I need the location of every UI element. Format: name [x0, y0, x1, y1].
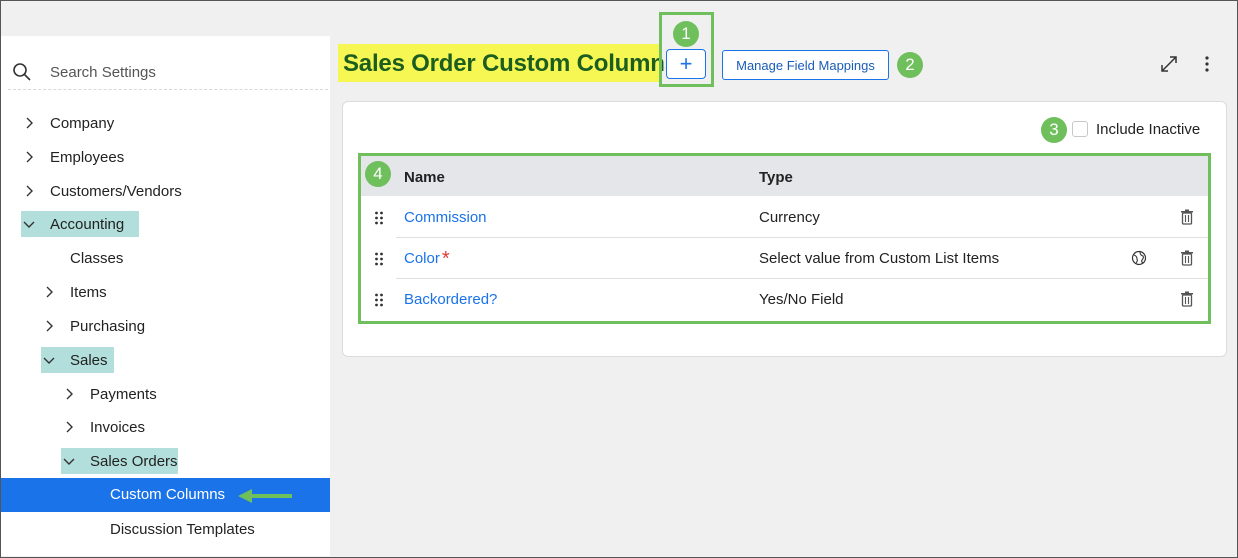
globe-icon[interactable]	[1130, 249, 1148, 267]
row-divider	[396, 237, 1208, 238]
add-column-button[interactable]: +	[666, 49, 706, 79]
sidebar-item-label: Company	[50, 114, 115, 132]
sidebar-item-discussion-templates[interactable]: Discussion Templates	[110, 516, 255, 542]
column-name-text: Color	[404, 250, 440, 267]
trash-icon[interactable]	[1178, 290, 1196, 308]
search-icon[interactable]	[12, 62, 32, 82]
required-marker: *	[441, 248, 450, 270]
include-inactive-label: Include Inactive	[1096, 121, 1201, 138]
expand-icon[interactable]	[1158, 53, 1180, 75]
sidebar-item-company[interactable]: Company	[22, 110, 114, 136]
column-name-link[interactable]: Backordered?	[404, 291, 497, 308]
sidebar-item-purchasing[interactable]: Purchasing	[42, 313, 145, 339]
sidebar-item-payments[interactable]: Payments	[62, 381, 157, 407]
sidebar-item-label: Accounting	[50, 215, 125, 233]
include-inactive-checkbox[interactable]	[1072, 121, 1088, 137]
column-type: Select value from Custom List Items	[759, 250, 1000, 267]
sidebar-item-label: Discussion Templates	[110, 520, 255, 538]
sidebar-item-sales-orders[interactable]: Sales Orders	[62, 448, 178, 474]
pointer-arrow-icon	[236, 488, 294, 504]
drag-handle-icon[interactable]	[374, 252, 384, 266]
column-header-type[interactable]: Type	[759, 169, 793, 186]
column-name-link[interactable]: Color *	[404, 248, 450, 270]
trash-icon[interactable]	[1178, 208, 1196, 226]
chevron-right-icon	[42, 319, 56, 333]
chevron-right-icon	[22, 150, 36, 164]
column-name-link[interactable]: Commission	[404, 209, 487, 226]
sidebar-item-label: Customers/Vendors	[50, 182, 182, 200]
sidebar-item-label: Payments	[90, 385, 157, 403]
callout-badge-1: 1	[673, 21, 699, 47]
callout-badge-2: 2	[897, 52, 923, 78]
trash-icon[interactable]	[1178, 249, 1196, 267]
sidebar-item-label: Invoices	[90, 418, 146, 436]
search-bar	[8, 54, 328, 90]
sidebar-item-invoices[interactable]: Invoices	[62, 414, 145, 440]
callout-badge-3: 3	[1041, 117, 1067, 143]
column-type: Yes/No Field	[759, 291, 844, 308]
callout-badge-4: 4	[365, 161, 391, 187]
chevron-right-icon	[22, 184, 36, 198]
sidebar-item-employees[interactable]: Employees	[22, 144, 124, 170]
sidebar-item-label: Items	[70, 283, 107, 301]
sidebar-item-sales[interactable]: Sales	[42, 347, 108, 373]
column-header-name[interactable]: Name	[404, 169, 445, 186]
chevron-right-icon	[62, 420, 76, 434]
chevron-right-icon	[42, 285, 56, 299]
sidebar-item-label: Sales	[70, 351, 108, 369]
sidebar-item-accounting[interactable]: Accounting	[22, 211, 124, 237]
chevron-down-icon	[22, 217, 36, 231]
sidebar-item-items[interactable]: Items	[42, 279, 107, 305]
chevron-right-icon	[22, 116, 36, 130]
drag-handle-icon[interactable]	[374, 211, 384, 225]
manage-field-mappings-button[interactable]: Manage Field Mappings	[722, 50, 889, 80]
sidebar-item-label: Employees	[50, 148, 125, 166]
sidebar-item-label: Sales Orders	[90, 452, 178, 470]
sidebar-item-classes[interactable]: Classes	[70, 245, 123, 271]
sidebar-item-label: Classes	[70, 249, 124, 267]
sidebar-item-customers-vendors[interactable]: Customers/Vendors	[22, 178, 182, 204]
sidebar-item-label: Custom Columns	[110, 486, 226, 503]
sidebar-item-label: Purchasing	[70, 317, 146, 335]
drag-handle-icon[interactable]	[374, 293, 384, 307]
search-input[interactable]	[50, 60, 310, 84]
chevron-down-icon	[42, 353, 56, 367]
chevron-right-icon	[62, 387, 76, 401]
chevron-down-icon	[62, 454, 76, 468]
more-options-icon[interactable]	[1196, 53, 1218, 75]
row-divider	[396, 278, 1208, 279]
column-type: Currency	[759, 209, 820, 226]
page-title: Sales Order Custom Columns	[343, 50, 678, 77]
